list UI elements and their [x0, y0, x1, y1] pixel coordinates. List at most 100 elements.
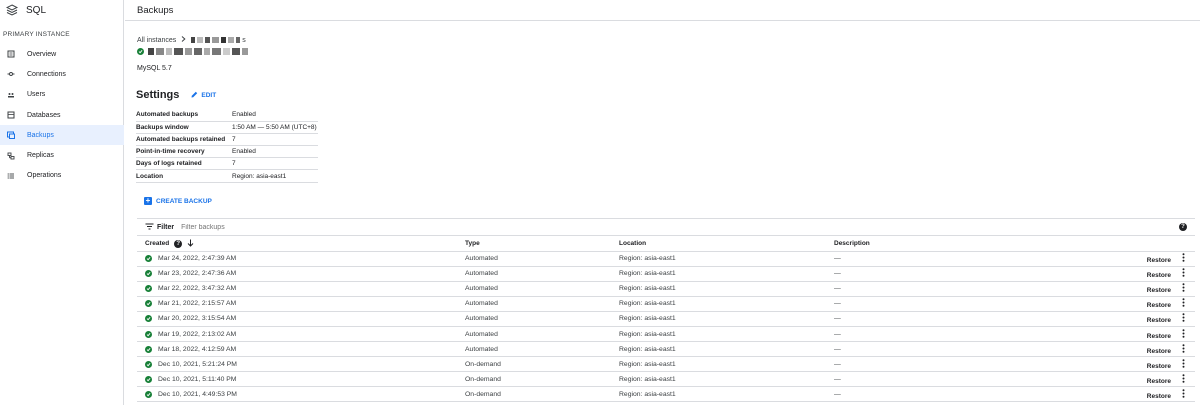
page-title: Backups	[125, 0, 1200, 21]
settings-value: 7	[232, 133, 318, 147]
sidebar-nav: Overview Connections Users Databases Bac…	[0, 44, 124, 186]
status-check-icon	[145, 300, 152, 308]
cell-description: —	[834, 296, 1134, 312]
restore-button[interactable]: Restore	[1147, 317, 1171, 324]
arrow-down-icon[interactable]	[187, 239, 194, 249]
instance-version: MySQL 5.7	[137, 65, 172, 72]
cell-created: Mar 23, 2022, 2:47:36 AM	[137, 266, 465, 282]
status-check-icon	[145, 270, 152, 278]
status-check-icon	[145, 375, 152, 383]
cell-actions: Restore	[1134, 266, 1195, 282]
status-check-icon	[145, 360, 152, 368]
cell-created: Mar 18, 2022, 4:12:59 AM	[137, 341, 465, 358]
more-vert-icon[interactable]	[1179, 253, 1187, 264]
table-row: Dec 10, 2021, 4:49:53 PM On-demand Region:…	[137, 386, 1195, 403]
instance-name	[137, 48, 248, 55]
sidebar-item-connections[interactable]: Connections	[0, 64, 124, 84]
cell-type: Automated	[465, 251, 619, 267]
filter-icon[interactable]	[145, 223, 154, 232]
cell-location: Region: asia-east1	[619, 266, 834, 282]
column-created[interactable]: Created ?	[137, 237, 465, 252]
help-icon[interactable]: ?	[1179, 223, 1187, 231]
restore-button[interactable]: Restore	[1147, 393, 1171, 400]
more-vert-icon[interactable]	[1179, 313, 1187, 324]
filter-bar: Filter ?	[137, 218, 1195, 236]
databases-icon	[7, 111, 15, 119]
table-row: Mar 20, 2022, 3:15:54 AM Automated Region:…	[137, 311, 1195, 327]
settings-value: Region: asia-east1	[232, 169, 318, 183]
restore-button[interactable]: Restore	[1147, 257, 1171, 264]
cell-location: Region: asia-east1	[619, 326, 834, 343]
restore-button[interactable]: Restore	[1147, 272, 1171, 279]
help-icon[interactable]: ?	[174, 239, 183, 248]
cell-type: On-demand	[465, 386, 619, 403]
cell-created: Mar 19, 2022, 2:13:02 AM	[137, 326, 465, 343]
connections-icon	[7, 70, 15, 78]
table-row: Dec 10, 2021, 5:11:40 PM On-demand Region:…	[137, 371, 1195, 388]
cell-location: Region: asia-east1	[619, 281, 834, 297]
restore-button[interactable]: Restore	[1147, 302, 1171, 309]
sidebar-item-databases[interactable]: Databases	[0, 105, 124, 125]
filter-input[interactable]	[181, 223, 482, 231]
created-text: Mar 24, 2022, 2:47:39 AM	[158, 255, 237, 263]
cell-description: —	[834, 326, 1134, 343]
breadcrumb-all-instances[interactable]: All instances	[137, 37, 176, 44]
more-vert-icon[interactable]	[1179, 328, 1187, 340]
created-text: Mar 21, 2022, 2:15:57 AM	[158, 300, 237, 308]
sidebar-item-users[interactable]: Users	[0, 85, 124, 105]
created-text: Mar 18, 2022, 4:12:59 AM	[158, 345, 237, 353]
column-location[interactable]: Location	[619, 237, 834, 252]
settings-table: Automated backups Enabled Backups window 1:…	[136, 109, 318, 183]
restore-button[interactable]: Restore	[1147, 333, 1171, 340]
cell-actions: Restore	[1134, 356, 1195, 373]
cell-location: Region: asia-east1	[619, 251, 834, 267]
status-check-icon	[145, 390, 152, 398]
created-text: Mar 20, 2022, 3:15:54 AM	[158, 315, 237, 323]
cell-created: Dec 10, 2021, 5:21:24 PM	[137, 356, 465, 373]
table-row: Mar 23, 2022, 2:47:36 AM Automated Region:…	[137, 266, 1195, 282]
settings-row: Days of logs retained 7	[136, 157, 318, 171]
cell-actions: Restore	[1134, 251, 1195, 267]
sidebar-item-overview[interactable]: Overview	[0, 44, 124, 64]
restore-button[interactable]: Restore	[1147, 378, 1171, 385]
restore-button[interactable]: Restore	[1147, 287, 1171, 294]
settings-title: Settings	[136, 89, 180, 101]
settings-header: Settings EDIT	[136, 89, 216, 101]
sql-logo-icon[interactable]	[5, 4, 19, 16]
table-row: Mar 21, 2022, 2:15:57 AM Automated Region:…	[137, 296, 1195, 312]
table-header-row: Created ? Type Location Description	[137, 237, 1195, 252]
cell-location: Region: asia-east1	[619, 386, 834, 403]
status-check-icon	[137, 48, 144, 55]
more-vert-icon[interactable]	[1179, 358, 1187, 370]
cell-created: Mar 24, 2022, 2:47:39 AM	[137, 251, 465, 267]
created-text: Mar 19, 2022, 2:13:02 AM	[158, 330, 237, 338]
cell-type: Automated	[465, 266, 619, 282]
more-vert-icon[interactable]	[1179, 343, 1187, 355]
more-vert-icon[interactable]	[1179, 298, 1187, 309]
edit-label: EDIT	[201, 91, 217, 99]
settings-row: Backups window 1:50 AM — 5:50 AM (UTC+8)	[136, 121, 318, 134]
cell-type: Automated	[465, 326, 619, 343]
create-backup-label: CREATE BACKUP	[156, 197, 212, 205]
cell-created: Dec 10, 2021, 5:11:40 PM	[137, 371, 465, 388]
settings-row: Automated backups retained 7	[136, 133, 318, 147]
backups-icon	[7, 131, 15, 140]
sidebar-item-label: Overview	[27, 50, 57, 58]
sidebar-item-backups[interactable]: Backups	[0, 125, 124, 146]
sidebar-item-operations[interactable]: Operations	[0, 166, 124, 186]
cell-actions: Restore	[1134, 326, 1195, 343]
column-type[interactable]: Type	[465, 237, 619, 252]
more-vert-icon[interactable]	[1179, 373, 1187, 385]
more-vert-icon[interactable]	[1179, 389, 1187, 400]
create-backup-button[interactable]: + CREATE BACKUP	[144, 197, 212, 205]
column-actions	[1134, 237, 1195, 252]
restore-button[interactable]: Restore	[1147, 348, 1171, 355]
cell-created: Mar 22, 2022, 3:47:32 AM	[137, 281, 465, 297]
more-vert-icon[interactable]	[1179, 268, 1187, 279]
more-vert-icon[interactable]	[1179, 283, 1187, 294]
column-description[interactable]: Description	[834, 237, 1134, 252]
sidebar-item-label: Replicas	[27, 152, 54, 160]
edit-settings-button[interactable]: EDIT	[191, 91, 216, 100]
sidebar-item-replicas[interactable]: Replicas	[0, 145, 124, 165]
restore-button[interactable]: Restore	[1147, 363, 1171, 370]
